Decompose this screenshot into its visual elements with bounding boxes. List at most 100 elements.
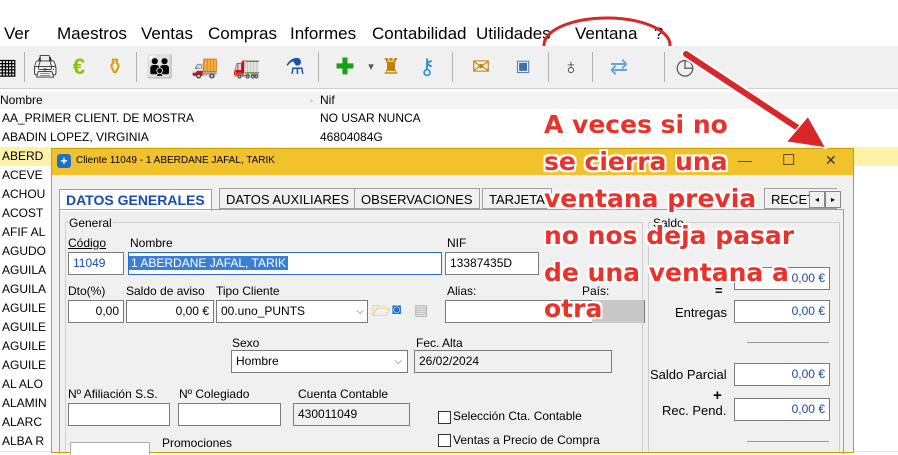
cell-nombre: AGUILA	[2, 282, 47, 296]
ventas-precio-label: Ventas a Precio de Compra	[453, 433, 600, 447]
nombre-field[interactable]: 1 ABERDANE JAFAL, TARIK	[128, 252, 442, 275]
toolbar-separator	[24, 52, 25, 82]
ventas-precio-checkbox[interactable]	[438, 434, 451, 447]
grid-icon[interactable]: ▤	[414, 301, 428, 319]
cell-nombre: AFIF AL	[2, 225, 46, 239]
euro-icon[interactable]: €	[64, 52, 94, 82]
medical-cross-icon: +	[57, 154, 71, 168]
fec-alta-label: Fec. Alta	[416, 336, 463, 350]
saldo-parcial-field[interactable]: 0,00 €	[734, 363, 830, 386]
tab-tarjeta[interactable]: TARJETA	[482, 188, 552, 209]
user-key-icon[interactable]: ♜	[376, 52, 406, 82]
cuenta-contable-field[interactable]: 430011049	[293, 403, 410, 426]
alias-label: Alias:	[447, 284, 477, 298]
saldo-aviso-field[interactable]: 0,00 €	[126, 300, 214, 323]
menu-contabilidad[interactable]: Contabilidad	[372, 24, 467, 44]
people-icon[interactable]: 👪	[145, 52, 175, 82]
chevron-down-icon: ⌵	[356, 306, 364, 317]
truck-icon[interactable]: 🚚	[190, 52, 220, 82]
promociones-label: Promociones	[162, 436, 233, 450]
menu-compras[interactable]: Compras	[208, 24, 277, 44]
colegiado-field[interactable]	[178, 403, 281, 426]
bottle-icon[interactable]: ⚱	[100, 52, 130, 82]
cell-nombre: ACEVE	[2, 168, 43, 182]
tipo-cliente-label: Tipo Cliente	[216, 284, 280, 298]
seleccion-cta-label: Selección Cta. Contable	[453, 409, 582, 423]
cell-nombre: ALBA R	[2, 434, 45, 448]
calculator-icon[interactable]: ▦	[0, 52, 22, 82]
toolbar-separator	[664, 52, 665, 82]
annotation-arrow	[681, 49, 828, 149]
codigo-field[interactable]: 11049	[68, 252, 124, 275]
key-icon[interactable]: ⚷	[412, 52, 442, 82]
sort-icon: ◦	[310, 96, 313, 105]
tipo-cliente-value: 00.uno_PUNTS	[221, 304, 306, 318]
cell-nif: 46804084G	[320, 130, 383, 144]
annotation-line: de una ventana a	[544, 258, 789, 287]
sexo-label: Sexo	[232, 336, 260, 350]
tab-scroll-left-icon[interactable]: ◂	[809, 191, 825, 208]
nif-field[interactable]: 13387435D	[445, 252, 539, 275]
menu-maestros[interactable]: Maestros	[57, 24, 127, 44]
toolbar-separator	[548, 52, 549, 82]
colegiado-label: Nº Colegiado	[179, 387, 250, 401]
photo-box	[70, 442, 150, 455]
dropper-icon[interactable]: ♁	[556, 52, 586, 82]
truck-small-icon[interactable]: 🚛	[232, 52, 262, 82]
sexo-value: Hombre	[236, 354, 279, 368]
menu-informes[interactable]: Informes	[290, 24, 356, 44]
nombre-value: 1 ABERDANE JAFAL, TARIK	[129, 256, 288, 270]
saldo-parcial-label: Saldo Parcial	[650, 367, 727, 382]
cell-nombre: ALAMIN	[2, 396, 47, 410]
cell-nombre: ACOST	[2, 206, 44, 220]
printer-icon[interactable]: 🖨	[30, 52, 60, 82]
calendar-icon[interactable]: ▣	[508, 52, 538, 82]
cell-nombre: AGUILA	[2, 263, 47, 277]
dto-field[interactable]: 0,00	[68, 300, 124, 323]
rec-pend-label: Rec. Pend.	[662, 403, 727, 418]
cell-nombre: ABADIN LOPEZ, VIRGINIA	[2, 130, 149, 144]
column-header-nif[interactable]: Nif	[320, 92, 335, 109]
saldo-aviso-label: Saldo de aviso	[126, 284, 205, 298]
dto-label: Dto(%)	[68, 284, 106, 298]
menu-bar: Ver Maestros Ventas Compras Informes Con…	[0, 22, 898, 44]
toolbar-separator	[452, 52, 453, 82]
dialog-title: Cliente 11049 - 1 ABERDANE JAFAL, TARIK	[76, 155, 275, 166]
seleccion-cta-checkbox[interactable]	[438, 411, 451, 424]
cell-nombre: AGUDO	[2, 244, 47, 258]
cell-nombre: AGUILE	[2, 301, 47, 315]
sexo-select[interactable]: Hombre ⌵	[231, 350, 408, 373]
cell-nombre: AGUILE	[2, 358, 47, 372]
annotation-line: otra	[544, 294, 603, 323]
tab-scroll-right-icon[interactable]: ▸	[825, 191, 841, 208]
mail-icon[interactable]: ✉	[466, 52, 496, 82]
tab-observaciones[interactable]: OBSERVACIONES	[354, 188, 480, 209]
tab-datos-auxiliares[interactable]: DATOS AUXILIARES	[219, 188, 357, 209]
cell-nombre: AA_PRIMER CLIENT. DE MOSTRA	[2, 111, 195, 125]
column-header-nombre[interactable]: Nombre	[0, 92, 43, 109]
tab-datos-generales[interactable]: DATOS GENERALES	[59, 189, 212, 211]
general-group-label: General	[68, 216, 113, 230]
nif-label: NIF	[447, 236, 467, 250]
saldo-divider	[747, 342, 829, 343]
rec-pend-field[interactable]: 0,00 €	[734, 398, 830, 421]
folder-icon[interactable]: 🗁	[372, 301, 391, 326]
search-card-icon[interactable]: ◙	[392, 301, 401, 318]
entregas-label: Entregas	[675, 305, 728, 320]
menu-ver[interactable]: Ver	[4, 24, 30, 44]
cuenta-contable-label: Cuenta Contable	[298, 387, 389, 401]
cell-nombre: ABERD	[2, 149, 44, 163]
cell-nombre: ALARC	[2, 415, 43, 429]
arrows-icon[interactable]: ⇄	[604, 52, 634, 82]
tipo-cliente-select[interactable]: 00.uno_PUNTS ⌵	[216, 300, 368, 323]
cell-nif: NO USAR NUNCA	[320, 111, 421, 125]
toolbar-separator	[592, 52, 593, 82]
afiliacion-label: Nº Afiliación S.S.	[68, 387, 158, 401]
plus-sign: +	[713, 387, 722, 404]
menu-ventas[interactable]: Ventas	[141, 24, 193, 44]
codigo-label: Código	[68, 236, 107, 250]
afiliacion-field[interactable]	[68, 403, 170, 426]
entregas-field[interactable]: 0,00 €	[734, 300, 830, 323]
flask-icon[interactable]: ⚗	[280, 52, 310, 82]
fec-alta-field[interactable]: 26/02/2024	[414, 350, 612, 373]
